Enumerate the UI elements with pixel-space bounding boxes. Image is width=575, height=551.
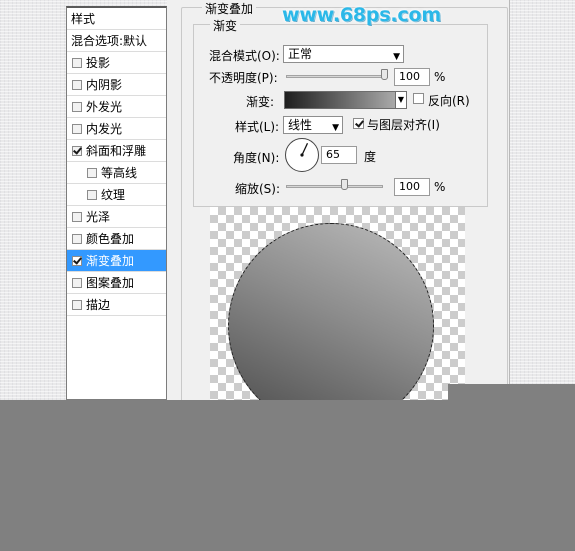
style-item-label: 渐变叠加: [86, 254, 135, 268]
section-title: 渐变叠加: [202, 0, 257, 17]
blend-mode-value: 正常: [288, 47, 313, 61]
style-list-item[interactable]: 内发光: [67, 118, 166, 140]
scale-input[interactable]: 100: [394, 178, 430, 196]
style-checkbox[interactable]: [87, 189, 97, 200]
style-item-label: 颜色叠加: [86, 232, 135, 246]
styles-header[interactable]: 样式: [67, 8, 166, 30]
opacity-unit: %: [434, 70, 446, 84]
styles-header-label: 样式: [71, 12, 96, 26]
style-checkbox[interactable]: [72, 145, 82, 156]
style-item-label: 光泽: [86, 210, 111, 224]
style-checkbox[interactable]: [72, 101, 82, 112]
style-label: 样式(L):: [235, 120, 280, 134]
site-watermark: www.68ps.com: [282, 4, 441, 26]
align-with-layer-label: 与图层对齐(I): [367, 118, 440, 132]
style-checkbox[interactable]: [72, 233, 82, 244]
reverse-checkbox[interactable]: [413, 93, 424, 104]
style-list-item[interactable]: 描边: [67, 294, 166, 316]
angle-input[interactable]: 65: [321, 146, 357, 164]
style-item-label: 图案叠加: [86, 276, 135, 290]
opacity-value: 100: [399, 70, 420, 83]
style-list-item[interactable]: 光泽: [67, 206, 166, 228]
angle-dial[interactable]: [285, 138, 319, 172]
style-list-item[interactable]: 等高线: [67, 162, 166, 184]
angle-label: 角度(N):: [233, 151, 280, 165]
style-item-label: 投影: [86, 56, 111, 70]
scale-slider-track[interactable]: [286, 185, 383, 188]
gray-overlay: [0, 400, 575, 551]
style-list-item[interactable]: 纹理: [67, 184, 166, 206]
style-list-item[interactable]: 颜色叠加: [67, 228, 166, 250]
blend-mode-label: 混合模式(O):: [209, 49, 280, 63]
opacity-slider-track[interactable]: [286, 75, 388, 78]
blending-options-default[interactable]: 混合选项:默认: [67, 30, 166, 52]
opacity-input[interactable]: 100: [394, 68, 430, 86]
gradient-swatch[interactable]: [284, 91, 396, 109]
align-with-layer-checkbox[interactable]: [353, 118, 364, 129]
reverse-label: 反向(R): [428, 94, 470, 108]
angle-needle-icon: [300, 142, 309, 157]
style-item-label: 纹理: [101, 188, 126, 202]
style-item-label: 描边: [86, 298, 111, 312]
chevron-down-icon: ▼: [393, 52, 400, 62]
style-item-label: 外发光: [86, 100, 123, 114]
style-item-label: 内阴影: [86, 78, 123, 92]
style-item-label: 斜面和浮雕: [86, 144, 147, 158]
scale-slider-thumb[interactable]: [341, 179, 349, 190]
style-list-item[interactable]: 外发光: [67, 96, 166, 118]
chevron-down-icon: ▼: [397, 95, 405, 104]
style-list-item[interactable]: 图案叠加: [67, 272, 166, 294]
style-checkbox[interactable]: [72, 211, 82, 222]
chevron-down-icon: ▼: [332, 123, 339, 133]
style-value: 线性: [288, 118, 313, 132]
layer-style-list: 样式 混合选项:默认 投影内阴影外发光内发光斜面和浮雕等高线纹理光泽颜色叠加渐变…: [66, 6, 167, 400]
gray-overlay-notch: [448, 384, 575, 400]
style-checkbox[interactable]: [72, 299, 82, 310]
gradient-dropdown-button[interactable]: ▼: [395, 91, 407, 109]
style-checkbox[interactable]: [72, 57, 82, 68]
style-list-item[interactable]: 渐变叠加: [67, 250, 166, 272]
opacity-slider-thumb[interactable]: [381, 69, 388, 80]
style-checkbox[interactable]: [72, 123, 82, 134]
opacity-label: 不透明度(P):: [209, 71, 278, 85]
blend-mode-select[interactable]: 正常 ▼: [283, 45, 404, 63]
style-list-item[interactable]: 内阴影: [67, 74, 166, 96]
style-checkbox[interactable]: [72, 255, 82, 266]
scale-label: 缩放(S):: [235, 182, 281, 196]
style-item-label: 等高线: [101, 166, 138, 180]
angle-value: 65: [326, 148, 340, 161]
style-checkbox[interactable]: [72, 79, 82, 90]
style-checkbox[interactable]: [72, 277, 82, 288]
scale-unit: %: [434, 180, 446, 194]
angle-unit: 度: [364, 150, 377, 164]
group-title: 渐变: [210, 17, 241, 34]
style-list-item[interactable]: 投影: [67, 52, 166, 74]
scale-value: 100: [399, 180, 420, 193]
blending-options-label: 混合选项:默认: [71, 34, 148, 48]
gradient-sphere-preview: [228, 223, 434, 429]
style-checkbox[interactable]: [87, 167, 97, 178]
gradient-label: 渐变:: [246, 95, 275, 109]
style-item-label: 内发光: [86, 122, 123, 136]
style-list-item[interactable]: 斜面和浮雕: [67, 140, 166, 162]
style-select[interactable]: 线性 ▼: [283, 116, 343, 134]
